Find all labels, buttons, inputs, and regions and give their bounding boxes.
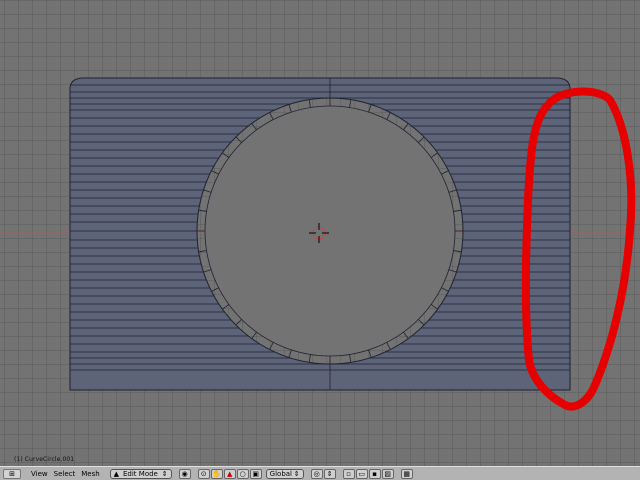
pivot-button[interactable]: ⊙ bbox=[197, 468, 210, 479]
vertex-select-button[interactable]: ▫ bbox=[342, 468, 355, 479]
shading-button[interactable]: ◉ bbox=[178, 468, 191, 479]
scale-widget-button[interactable]: ▣ bbox=[249, 468, 262, 479]
mesh-rim-tick bbox=[368, 104, 372, 113]
mesh-rim-tick bbox=[448, 189, 457, 193]
mesh-rim-tick bbox=[418, 319, 425, 326]
translate-widget-button[interactable]: ▲ bbox=[223, 468, 236, 479]
vertex-icon: ▫ bbox=[346, 469, 352, 478]
chevron-updown-icon: ⇕ bbox=[293, 469, 300, 478]
edge-select-button[interactable]: ▭ bbox=[355, 468, 368, 479]
mesh-rim-tick bbox=[418, 136, 425, 143]
mesh-rim-tick bbox=[211, 170, 219, 175]
face-icon: ▪ bbox=[372, 469, 378, 478]
3d-view-icon: ⊞ bbox=[9, 469, 15, 478]
layer-icon: ◎ bbox=[313, 469, 320, 478]
menu-mesh[interactable]: Mesh bbox=[79, 469, 101, 479]
shading-icon: ◉ bbox=[181, 469, 188, 478]
orientation-label: Global bbox=[269, 469, 293, 478]
mesh-rim-tick bbox=[288, 104, 292, 113]
mesh-rim-tick bbox=[211, 287, 219, 292]
widget-hand-button[interactable]: ✋ bbox=[210, 468, 223, 479]
menu-select[interactable]: Select bbox=[52, 469, 78, 479]
layer-button[interactable]: ◎ bbox=[310, 468, 323, 479]
mesh-rim-tick bbox=[430, 304, 438, 310]
mesh-rim-tick bbox=[368, 349, 372, 358]
mesh-rim-tick bbox=[441, 287, 449, 292]
proportional-edit-button[interactable]: ⇕ bbox=[323, 468, 336, 479]
mesh-rim-tick bbox=[251, 123, 257, 131]
render-icon: ▦ bbox=[403, 469, 410, 478]
mesh-rim-tick bbox=[203, 189, 212, 193]
mesh-hole-rim bbox=[204, 105, 456, 357]
hand-icon: ✋ bbox=[212, 469, 222, 478]
mesh-rim-tick bbox=[430, 152, 438, 158]
occlude-button[interactable]: ▨ bbox=[381, 468, 394, 479]
object-info-text: (1) CurveCircle.001 bbox=[14, 456, 75, 463]
mesh-rim-tick bbox=[448, 269, 457, 273]
render-preview-button[interactable]: ▦ bbox=[400, 468, 413, 479]
translate-icon: ▲ bbox=[226, 469, 233, 478]
occlude-icon: ▨ bbox=[384, 469, 391, 478]
mode-label: Edit Mode bbox=[123, 469, 158, 478]
mesh-rim-tick bbox=[288, 349, 292, 358]
mesh-rim-tick bbox=[453, 250, 462, 253]
viewport-header: ⊞ View Select Mesh ▲ Edit Mode ⇕ ◉ ⊙ ✋ ▲… bbox=[0, 466, 640, 480]
mesh-rim-tick bbox=[222, 152, 230, 158]
mesh-rim-tick bbox=[441, 170, 449, 175]
face-select-button[interactable]: ▪ bbox=[368, 468, 381, 479]
mesh-rim-tick bbox=[349, 354, 352, 363]
3d-viewport[interactable]: (1) CurveCircle.001 bbox=[0, 0, 640, 466]
edit-mode-icon: ▲ bbox=[113, 469, 120, 478]
mesh-rim-tick bbox=[198, 250, 207, 253]
pivot-icon: ⊙ bbox=[200, 469, 207, 478]
mesh-rim-tick bbox=[403, 123, 409, 131]
mesh-rim-tick bbox=[203, 269, 212, 273]
mesh-rim-tick bbox=[403, 331, 409, 339]
menu-view[interactable]: View bbox=[29, 469, 50, 479]
rotate-icon: ○ bbox=[239, 469, 246, 478]
proportional-edit-icon: ⇕ bbox=[326, 469, 333, 478]
mesh-rim-tick bbox=[198, 209, 207, 212]
mesh-rim-tick bbox=[251, 331, 257, 339]
mesh-rim-tick bbox=[269, 112, 274, 120]
mesh-rim-tick bbox=[349, 99, 352, 108]
scale-icon: ▣ bbox=[252, 469, 259, 478]
mesh-rim-tick bbox=[222, 304, 230, 310]
mesh-rim-tick bbox=[308, 354, 311, 363]
mesh-rim-tick bbox=[453, 209, 462, 212]
chevron-updown-icon: ⇕ bbox=[161, 469, 168, 478]
viewport-scene bbox=[0, 77, 640, 411]
editor-type-button[interactable]: ⊞ bbox=[3, 468, 21, 479]
rotate-widget-button[interactable]: ○ bbox=[236, 468, 249, 479]
edge-icon: ▭ bbox=[358, 469, 365, 478]
mesh-rim-tick bbox=[386, 342, 391, 350]
mesh-rim-tick bbox=[386, 112, 391, 120]
mesh-rim-tick bbox=[308, 99, 311, 108]
orientation-select[interactable]: Global ⇕ bbox=[265, 468, 304, 479]
mode-select[interactable]: ▲ Edit Mode ⇕ bbox=[109, 468, 172, 479]
mesh-rim-tick bbox=[235, 136, 242, 143]
mesh-rim-tick bbox=[269, 342, 274, 350]
mesh-rim-tick bbox=[235, 319, 242, 326]
